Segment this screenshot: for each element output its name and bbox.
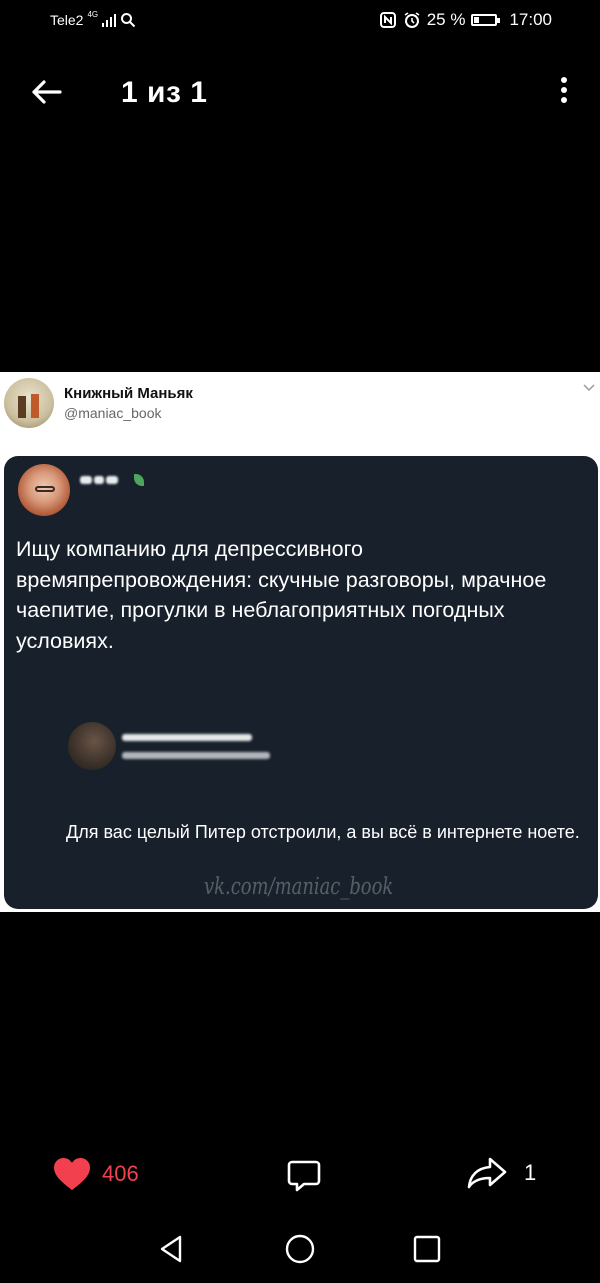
back-arrow-icon — [32, 80, 62, 104]
status-right: 25 % 17:00 — [379, 10, 552, 30]
nav-recents-button[interactable] — [410, 1232, 444, 1266]
nav-back-button[interactable] — [155, 1232, 189, 1266]
alarm-icon — [404, 12, 420, 28]
status-left: Tele2 4G — [50, 9, 136, 28]
post-image[interactable]: Книжный Маньяк @maniac_book Ищу компанию… — [0, 372, 600, 912]
reply-text: Для вас целый Питер отстроили, а вы всё … — [66, 822, 580, 842]
author-name: Книжный Маньяк — [64, 385, 193, 402]
battery-percent: 25 % — [426, 10, 466, 29]
network-type: 4G — [87, 9, 99, 19]
action-bar: 406 1 — [0, 1150, 600, 1206]
leaf-icon — [134, 474, 144, 486]
tweet-author-avatar — [18, 464, 70, 516]
like-count: 406 — [102, 1161, 139, 1186]
home-circle-icon — [285, 1234, 315, 1264]
signal-icon — [102, 13, 117, 27]
comment-button[interactable] — [287, 1158, 321, 1192]
tweet-text: Ищу компанию для депрессивного времяпреп… — [16, 537, 547, 653]
share-button[interactable]: 1 — [466, 1156, 536, 1190]
blurred-username — [80, 474, 144, 488]
share-icon — [467, 1157, 507, 1189]
nav-home-button[interactable] — [283, 1232, 317, 1266]
more-options-button[interactable] — [552, 74, 576, 110]
watermark: vk.com/maniac_book — [204, 874, 394, 900]
status-bar: Tele2 4G 25 % 17:00 — [0, 0, 600, 44]
tweet-card: Ищу компанию для депрессивного времяпреп… — [4, 456, 598, 909]
page-title: 1 из 1 — [121, 76, 208, 109]
recents-square-icon — [413, 1235, 441, 1263]
post-header: Книжный Маньяк @maniac_book — [0, 372, 600, 456]
author-handle: @maniac_book — [64, 405, 162, 421]
clock: 17:00 — [509, 10, 552, 29]
like-button[interactable]: 406 — [52, 1156, 139, 1192]
system-navigation-bar — [0, 1222, 600, 1278]
comment-icon — [287, 1160, 321, 1192]
search-icon — [121, 13, 136, 28]
blurred-reply-username — [122, 732, 272, 768]
back-button[interactable] — [28, 74, 68, 110]
battery-level-fill — [474, 17, 480, 23]
author-avatar — [4, 378, 54, 428]
back-triangle-icon — [160, 1235, 182, 1263]
viewer-header: 1 из 1 — [0, 60, 600, 124]
chevron-down-icon — [583, 384, 595, 392]
reply-author-avatar — [68, 722, 116, 770]
more-vert-icon — [552, 77, 576, 103]
nfc-icon — [379, 12, 396, 28]
carrier-label: Tele2 — [50, 12, 84, 28]
share-count: 1 — [524, 1160, 537, 1185]
heart-icon — [54, 1158, 90, 1190]
battery-icon — [471, 14, 501, 26]
